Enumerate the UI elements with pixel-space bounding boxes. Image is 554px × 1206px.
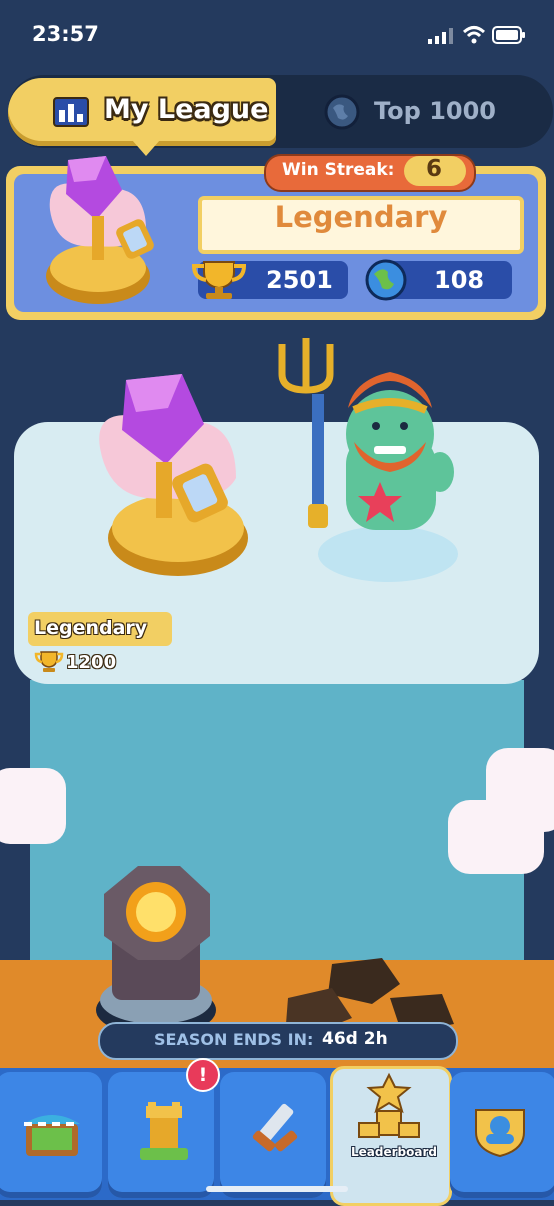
league-name: Legendary bbox=[274, 200, 448, 234]
cloud bbox=[0, 768, 66, 844]
notification-badge: ! bbox=[186, 1058, 220, 1092]
globe-icon bbox=[365, 259, 407, 301]
trophy-icon bbox=[34, 651, 64, 672]
tab-my-league-label: My League bbox=[104, 94, 269, 125]
league-tag-label: Legendary bbox=[34, 617, 148, 639]
battery-icon bbox=[492, 26, 525, 44]
brazier-tower bbox=[96, 866, 216, 1036]
league-trophy-requirement: 1200 bbox=[66, 652, 117, 673]
nav-item-shop[interactable] bbox=[0, 1072, 102, 1198]
merman-king-character[interactable] bbox=[276, 334, 472, 584]
trophy-count: 2501 bbox=[266, 266, 333, 294]
season-timer-label: SEASON ENDS IN: bbox=[154, 1030, 314, 1049]
home-indicator[interactable] bbox=[206, 1186, 348, 1192]
nav-item-leaderboard[interactable] bbox=[330, 1066, 452, 1206]
globe-icon bbox=[324, 94, 360, 130]
season-timer-value: 46d 2h bbox=[322, 1029, 388, 1049]
global-rank: 108 bbox=[434, 266, 485, 294]
nav-item-leaderboard-label: Leaderboard bbox=[351, 1145, 437, 1159]
nav-item-clan[interactable] bbox=[450, 1072, 554, 1198]
league-icon bbox=[53, 97, 89, 127]
shop-icon bbox=[24, 1115, 80, 1156]
wifi-icon bbox=[462, 26, 486, 44]
clan-icon bbox=[475, 1109, 525, 1158]
leaderboard-icon bbox=[358, 1072, 420, 1138]
win-streak-label: Win Streak: bbox=[282, 160, 395, 180]
tower-icon bbox=[140, 1102, 188, 1160]
tab-top-label: Top 1000 bbox=[374, 97, 497, 125]
legendary-league-trophy-icon bbox=[46, 156, 154, 304]
win-streak-value: 6 bbox=[426, 156, 443, 182]
battle-icon bbox=[252, 1103, 298, 1152]
status-time: 23:57 bbox=[32, 22, 99, 46]
legendary-league-trophy-icon[interactable] bbox=[86, 368, 256, 582]
cloud bbox=[448, 800, 544, 874]
nav-item-battle[interactable] bbox=[220, 1072, 326, 1198]
trophy-icon bbox=[191, 261, 247, 299]
cellular-signal-icon bbox=[428, 28, 453, 44]
